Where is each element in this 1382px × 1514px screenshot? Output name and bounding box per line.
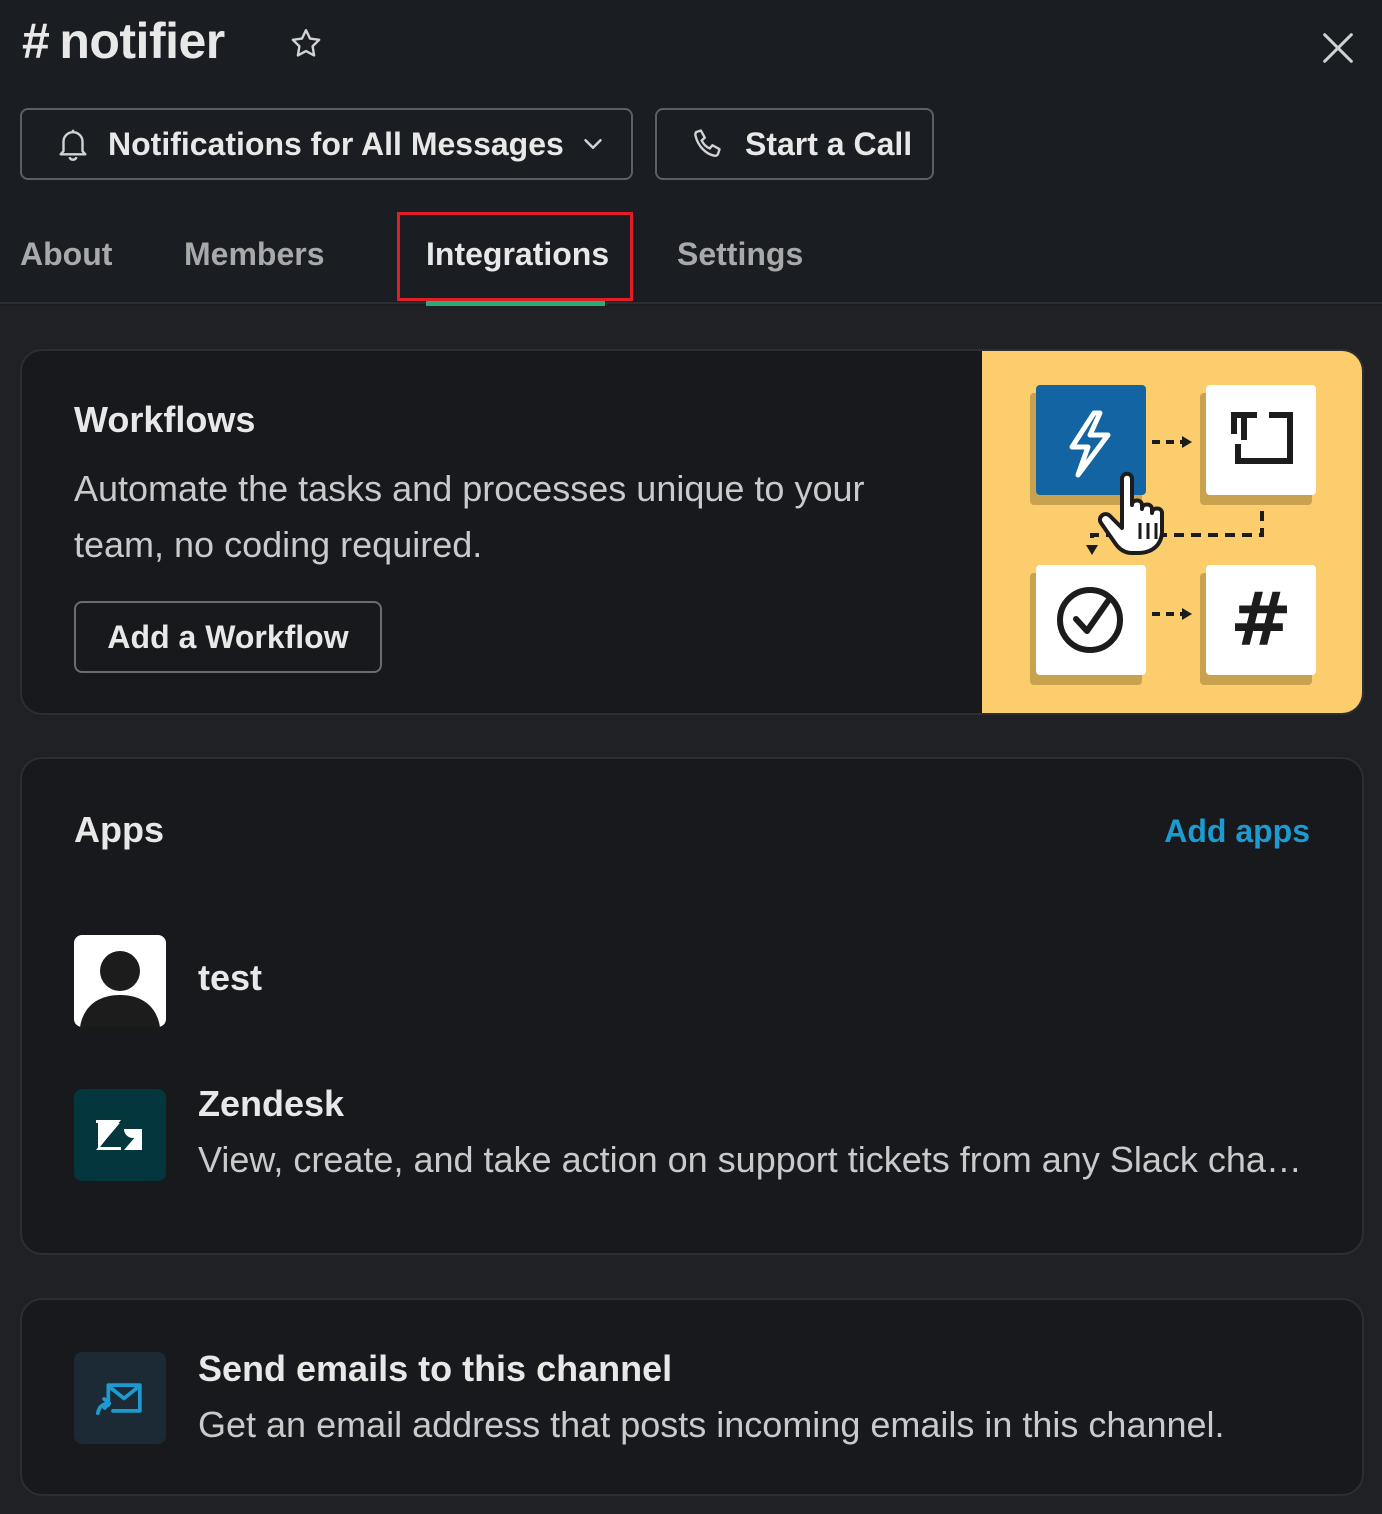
app-name: test (198, 957, 263, 998)
star-icon[interactable] (288, 26, 324, 62)
start-call-button[interactable]: Start a Call (655, 108, 934, 180)
workflow-illustration-graphic: # (1030, 385, 1316, 685)
integrations-panel: Workflows Automate the tasks and process… (0, 306, 1382, 1514)
tab-integrations[interactable]: Integrations (426, 236, 609, 273)
apps-card: Apps Add apps test Zendesk View, create,… (20, 757, 1364, 1255)
bell-icon (59, 129, 87, 161)
svg-text:#: # (1230, 577, 1292, 663)
zendesk-logo-icon (74, 1089, 166, 1181)
tab-about[interactable]: About (20, 236, 112, 273)
phone-icon (694, 129, 721, 157)
notifications-label: Notifications for All Messages (108, 125, 564, 162)
chevron-down-icon (584, 139, 602, 149)
email-title: Send emails to this channel (198, 1348, 673, 1389)
tab-members[interactable]: Members (184, 236, 325, 273)
workflows-description: Automate the tasks and processes unique … (74, 468, 865, 565)
channel-title: # notifier (22, 12, 225, 70)
notifications-button[interactable]: Notifications for All Messages (20, 108, 633, 180)
add-apps-link[interactable]: Add apps (1164, 813, 1310, 850)
channel-hash: # (22, 13, 50, 69)
app-name: Zendesk (198, 1083, 345, 1124)
app-item-test[interactable]: test (74, 935, 1324, 1027)
workflows-card: Workflows Automate the tasks and process… (20, 349, 1364, 715)
email-forward-icon (74, 1352, 166, 1444)
default-avatar-icon (74, 935, 166, 1027)
channel-header: # notifier Notifications for All Message… (0, 0, 1382, 306)
apps-title: Apps (74, 809, 164, 850)
workflow-illustration: # (982, 351, 1362, 713)
add-workflow-button[interactable]: Add a Workflow (74, 601, 382, 673)
workflows-title: Workflows (74, 399, 256, 440)
app-item-zendesk[interactable]: Zendesk View, create, and take action on… (74, 1083, 1324, 1209)
email-description: Get an email address that posts incoming… (198, 1404, 1225, 1445)
close-icon[interactable] (1318, 28, 1358, 68)
email-card[interactable]: Send emails to this channel Get an email… (20, 1298, 1364, 1496)
start-call-label: Start a Call (745, 125, 913, 162)
channel-name: notifier (59, 13, 225, 69)
app-description: View, create, and take action on support… (198, 1139, 1314, 1180)
tab-settings[interactable]: Settings (677, 236, 803, 273)
